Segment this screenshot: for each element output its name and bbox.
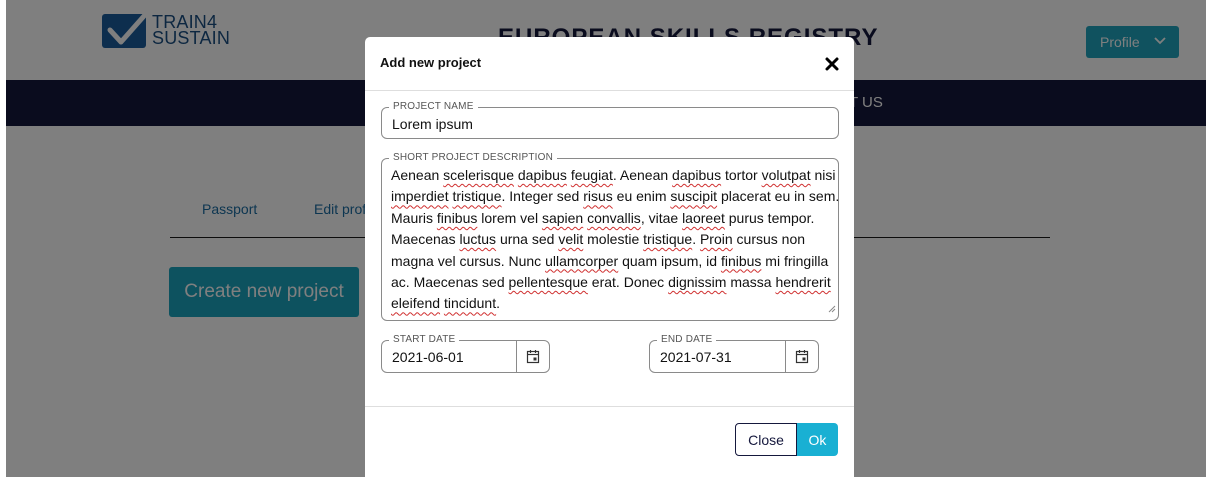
add-project-modal: Add new project PROJECT NAME Lorem ipsum… <box>365 37 854 477</box>
start-date-field[interactable]: START DATE 2021-06-01 <box>381 333 550 373</box>
end-date-legend: END DATE <box>657 333 717 347</box>
resize-handle-icon[interactable] <box>828 300 836 318</box>
calendar-icon[interactable] <box>516 341 549 372</box>
project-name-input[interactable]: Lorem ipsum <box>392 116 473 132</box>
app-window: TRAIN4 SUSTAIN EUROPEAN SKILLS REGISTRY … <box>6 0 1206 477</box>
project-name-field[interactable]: PROJECT NAME Lorem ipsum <box>381 100 839 139</box>
project-name-legend: PROJECT NAME <box>389 100 478 114</box>
modal-footer: Close Ok <box>365 406 854 477</box>
end-date-input[interactable]: 2021-07-31 <box>660 349 732 365</box>
close-icon[interactable] <box>823 55 841 73</box>
end-date-field[interactable]: END DATE 2021-07-31 <box>649 333 819 373</box>
project-description-textarea[interactable]: Aenean scelerisque dapibus feugiat. Aene… <box>391 165 841 315</box>
start-date-legend: START DATE <box>389 333 460 347</box>
modal-title: Add new project <box>380 55 482 70</box>
ok-button[interactable]: Ok <box>797 423 838 456</box>
project-description-legend: SHORT PROJECT DESCRIPTION <box>389 151 558 165</box>
close-button[interactable]: Close <box>735 423 797 456</box>
calendar-icon[interactable] <box>785 341 818 372</box>
modal-header: Add new project <box>365 37 854 91</box>
start-date-input[interactable]: 2021-06-01 <box>392 349 464 365</box>
project-description-field[interactable]: SHORT PROJECT DESCRIPTION Aenean sceleri… <box>381 151 841 321</box>
